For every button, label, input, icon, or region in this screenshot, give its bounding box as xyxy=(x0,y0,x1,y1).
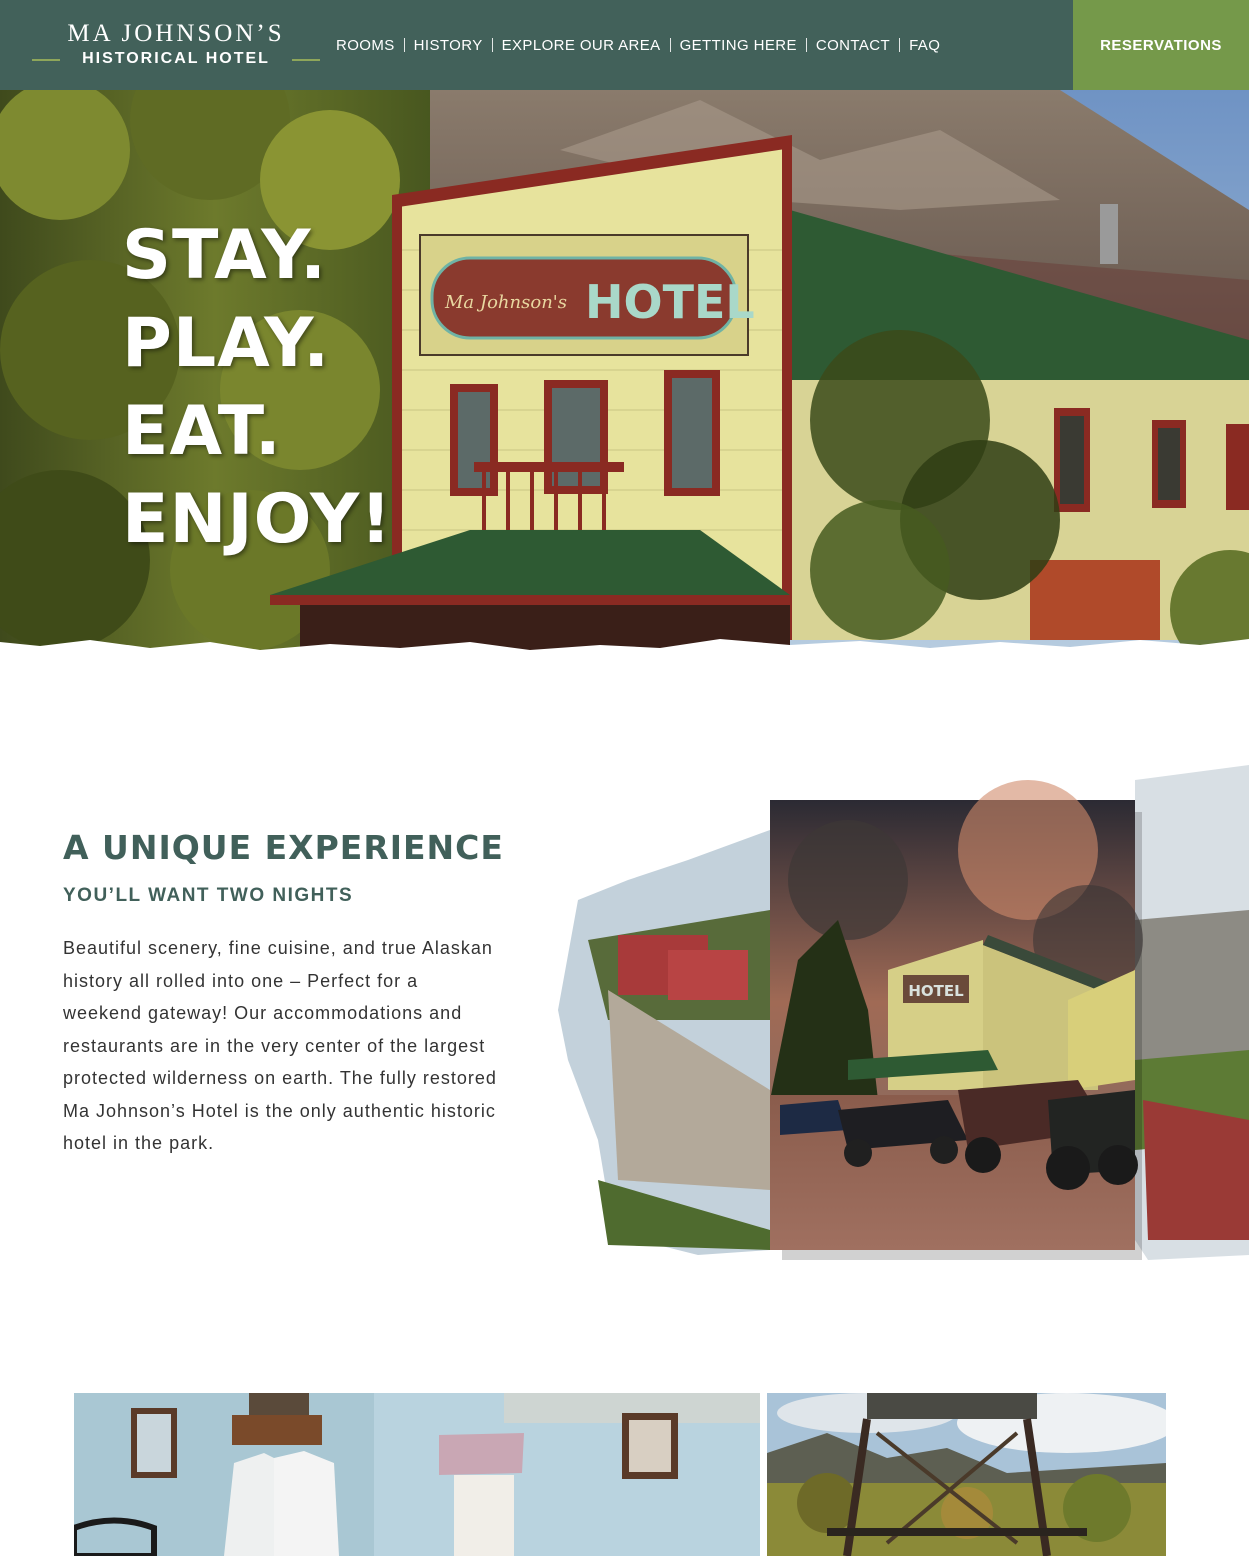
nav-link-explore-our-area[interactable]: EXPLORE OUR AREA xyxy=(493,37,670,54)
nav-item-contact: CONTACT xyxy=(807,37,901,54)
reservations-button[interactable]: RESERVATIONS xyxy=(1073,0,1249,90)
nav-item-explore: EXPLORE OUR AREA xyxy=(493,37,671,54)
nav-link-contact[interactable]: CONTACT xyxy=(807,37,899,54)
hero-line-play: PLAY. xyxy=(122,304,331,383)
nav-link-getting-here[interactable]: GETTING HERE xyxy=(671,37,806,54)
nav-item-rooms: ROOMS xyxy=(327,37,405,54)
site-logo[interactable]: MA JOHNSON’S HISTORICAL HOTEL xyxy=(32,20,320,72)
collage-sign-text: HOTEL xyxy=(908,982,964,1000)
room-photo-graphic xyxy=(74,1393,760,1556)
scenic-photo-graphic xyxy=(767,1393,1166,1556)
hero-sign-script: Ma Johnson's xyxy=(444,292,567,313)
logo-divider-left xyxy=(32,59,60,61)
nav-item-faq: FAQ xyxy=(900,37,949,54)
logo-title: MA JOHNSON’S xyxy=(67,20,285,47)
nav-item-history: HISTORY xyxy=(405,37,493,54)
section-subtitle: YOU’LL WANT TWO NIGHTS xyxy=(63,885,354,906)
nav-link-history[interactable]: HISTORY xyxy=(405,37,492,54)
nav-separator xyxy=(491,38,493,52)
nav-item-getting-here: GETTING HERE xyxy=(671,37,807,54)
nav-link-faq[interactable]: FAQ xyxy=(900,37,949,54)
room-photo xyxy=(74,1393,760,1556)
logo-divider-right xyxy=(292,59,320,61)
collage-graphic: HOTEL xyxy=(558,765,1249,1260)
hero-line-stay: STAY. xyxy=(122,216,328,295)
hero-banner: Ma Johnson's HOTEL STAY. PLAY. EAT. ENJO… xyxy=(0,90,1249,665)
nav-separator xyxy=(805,38,807,52)
main-nav: ROOMS HISTORY EXPLORE OUR AREA GETTING H… xyxy=(327,0,949,90)
hero-line-eat: EAT. xyxy=(122,392,282,471)
hero-sign-text: HOTEL xyxy=(585,275,755,329)
logo-subtitle-row: HISTORICAL HOTEL xyxy=(32,50,320,70)
experience-photo-collage: HOTEL xyxy=(548,760,1249,1270)
nav-link-rooms[interactable]: ROOMS xyxy=(327,37,404,54)
site-header: MA JOHNSON’S HISTORICAL HOTEL ROOMS HIST… xyxy=(0,0,1249,90)
nav-separator xyxy=(899,38,901,52)
section-title: A UNIQUE EXPERIENCE xyxy=(63,828,504,867)
nav-separator xyxy=(403,38,405,52)
logo-subtitle: HISTORICAL HOTEL xyxy=(82,50,270,67)
scenic-photo xyxy=(767,1393,1166,1556)
nav-separator xyxy=(669,38,671,52)
section-body-text: Beautiful scenery, fine cuisine, and tru… xyxy=(63,938,497,1153)
hero-line-enjoy: ENJOY! xyxy=(122,480,393,559)
hero-tagline: STAY. PLAY. EAT. ENJOY! xyxy=(122,212,392,564)
